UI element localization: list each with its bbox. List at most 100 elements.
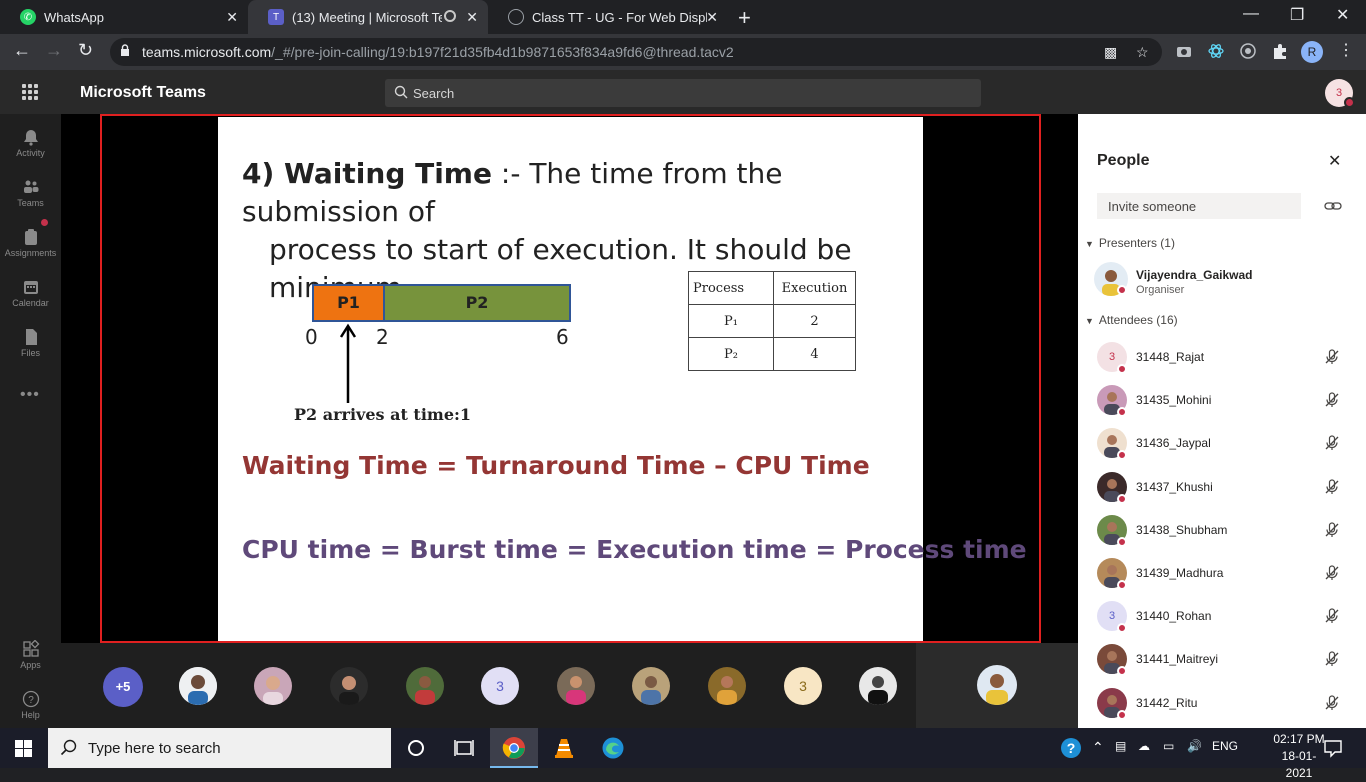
help-tray-icon[interactable]: ?: [1060, 737, 1082, 759]
tab-whatsapp[interactable]: ✆ WhatsApp ✕: [0, 0, 248, 34]
rail-label: Activity: [16, 148, 45, 158]
rail-apps[interactable]: Apps: [0, 634, 61, 682]
address-bar[interactable]: teams.microsoft.com/_#/pre-join-calling/…: [110, 38, 1162, 66]
mic-off-icon[interactable]: [1324, 349, 1340, 365]
self-avatar[interactable]: [977, 665, 1017, 705]
attendee-row[interactable]: 31435_Mohini: [1078, 381, 1366, 423]
minimize-icon[interactable]: —: [1243, 5, 1259, 23]
cortana-button[interactable]: [392, 728, 440, 768]
participant-video[interactable]: [859, 667, 897, 705]
rail-activity[interactable]: Activity: [0, 122, 61, 170]
language-indicator[interactable]: ENG: [1212, 739, 1238, 753]
apps-icon: [22, 640, 39, 657]
link-icon[interactable]: [1324, 198, 1342, 214]
teams-group-icon: [23, 180, 38, 193]
onedrive-icon[interactable]: ☁: [1138, 739, 1150, 753]
attendee-row[interactable]: 31437_Khushi: [1078, 468, 1366, 510]
task-view-button[interactable]: [440, 728, 488, 768]
windows-start-icon[interactable]: [15, 740, 32, 757]
attendees-header[interactable]: ▼ Attendees (16): [1085, 313, 1178, 327]
mic-off-icon[interactable]: [1324, 522, 1340, 538]
forward-icon[interactable]: →: [45, 40, 63, 61]
calendar-icon: [23, 281, 38, 294]
table-row: P₂ 4: [688, 337, 856, 371]
attendee-row[interactable]: 3 31448_Rajat: [1078, 338, 1366, 380]
extensions-puzzle-icon[interactable]: [1271, 42, 1289, 60]
participant-initial-avatar[interactable]: 3: [784, 667, 822, 705]
mic-off-icon[interactable]: [1324, 608, 1340, 624]
tab-teams-meeting[interactable]: T (13) Meeting | Microsoft Teams ✕: [248, 0, 488, 34]
taskbar-clock[interactable]: 02:17 PM 18-01-2021: [1270, 731, 1328, 782]
attendee-name: 31441_Maitreyi: [1136, 652, 1219, 666]
close-icon[interactable]: ✕: [1328, 151, 1341, 171]
rail-calendar[interactable]: Calendar: [0, 272, 61, 320]
close-icon[interactable]: ✕: [466, 9, 478, 26]
mic-off-icon[interactable]: [1324, 479, 1340, 495]
taskbar-vlc[interactable]: [540, 728, 588, 768]
close-icon[interactable]: ✕: [706, 9, 718, 26]
audio-playing-icon[interactable]: [444, 10, 456, 22]
section-title: Presenters (1): [1098, 236, 1175, 250]
rail-files[interactable]: Files: [0, 322, 61, 370]
profile-avatar[interactable]: R: [1301, 41, 1323, 63]
attendee-row[interactable]: 31438_Shubham: [1078, 511, 1366, 553]
tab-class-pdf[interactable]: Class TT - UG - For Web Display.pdf ✕: [488, 0, 728, 34]
rail-help[interactable]: ? Help: [0, 684, 61, 732]
presenter-role: Organiser: [1136, 284, 1185, 296]
rail-teams[interactable]: Teams: [0, 172, 61, 220]
mic-off-icon[interactable]: [1324, 565, 1340, 581]
participant-video[interactable]: [179, 667, 217, 705]
attendee-row[interactable]: 31442_Ritu: [1078, 684, 1366, 726]
restore-icon[interactable]: ❐: [1290, 5, 1304, 25]
attendee-row[interactable]: 3 31440_Rohan: [1078, 597, 1366, 639]
participant-video[interactable]: [708, 667, 746, 705]
attendee-row[interactable]: 31441_Maitreyi: [1078, 640, 1366, 682]
mic-off-icon[interactable]: [1324, 435, 1340, 451]
rail-assignments[interactable]: Assignments: [0, 222, 61, 270]
more-apps-icon[interactable]: •••: [20, 386, 40, 404]
mic-off-icon[interactable]: [1324, 695, 1340, 711]
network-icon[interactable]: ▤: [1115, 739, 1126, 753]
presenters-header[interactable]: ▼ Presenters (1): [1085, 236, 1175, 250]
presence-dot: [1344, 97, 1355, 108]
notifications-icon[interactable]: [1323, 738, 1343, 758]
back-icon[interactable]: ←: [13, 40, 31, 61]
camera-blocked-icon[interactable]: ▩: [1104, 44, 1117, 61]
app-launcher-icon[interactable]: [22, 84, 38, 100]
bookmark-star-icon[interactable]: ☆: [1136, 44, 1149, 61]
teams-search[interactable]: [385, 79, 981, 107]
react-extension-icon[interactable]: [1207, 42, 1225, 60]
reload-icon[interactable]: ↻: [78, 40, 93, 61]
participant-video[interactable]: [632, 667, 670, 705]
close-icon[interactable]: ✕: [226, 9, 238, 26]
search-input[interactable]: [413, 83, 813, 103]
mic-off-icon[interactable]: [1324, 392, 1340, 408]
attendee-name: 31448_Rajat: [1136, 350, 1205, 364]
browser-menu-icon[interactable]: ⋮: [1338, 40, 1354, 60]
mic-off-icon[interactable]: [1324, 651, 1340, 667]
more-participants-button[interactable]: +5: [103, 667, 143, 707]
attendee-row[interactable]: 31439_Madhura: [1078, 554, 1366, 596]
participant-video[interactable]: [254, 667, 292, 705]
table-header-cell: Execution: [773, 271, 856, 305]
attendee-row[interactable]: 31436_Jaypal: [1078, 424, 1366, 466]
window-close-icon[interactable]: ✕: [1336, 5, 1349, 25]
battery-icon[interactable]: ▭: [1163, 739, 1174, 753]
invite-input[interactable]: [1097, 193, 1301, 219]
presence-dot: [1117, 580, 1127, 590]
taskbar-edge[interactable]: [589, 728, 637, 768]
teams-icon: T: [268, 9, 284, 25]
participant-video[interactable]: [557, 667, 595, 705]
participant-video[interactable]: [406, 667, 444, 705]
volume-icon[interactable]: 🔊: [1187, 739, 1202, 753]
presence-dot: [1117, 450, 1127, 460]
participant-video[interactable]: [330, 667, 368, 705]
record-extension-icon[interactable]: [1239, 42, 1257, 60]
arrival-label: P2 arrives at time:1: [294, 405, 472, 424]
taskbar-chrome[interactable]: [490, 728, 538, 768]
participant-initial-avatar[interactable]: 3: [481, 667, 519, 705]
new-tab-icon[interactable]: +: [738, 5, 751, 31]
camera-extension-icon[interactable]: [1175, 42, 1193, 60]
tray-chevron-icon[interactable]: ⌃: [1092, 739, 1104, 756]
taskbar-search[interactable]: Type here to search: [48, 728, 391, 768]
